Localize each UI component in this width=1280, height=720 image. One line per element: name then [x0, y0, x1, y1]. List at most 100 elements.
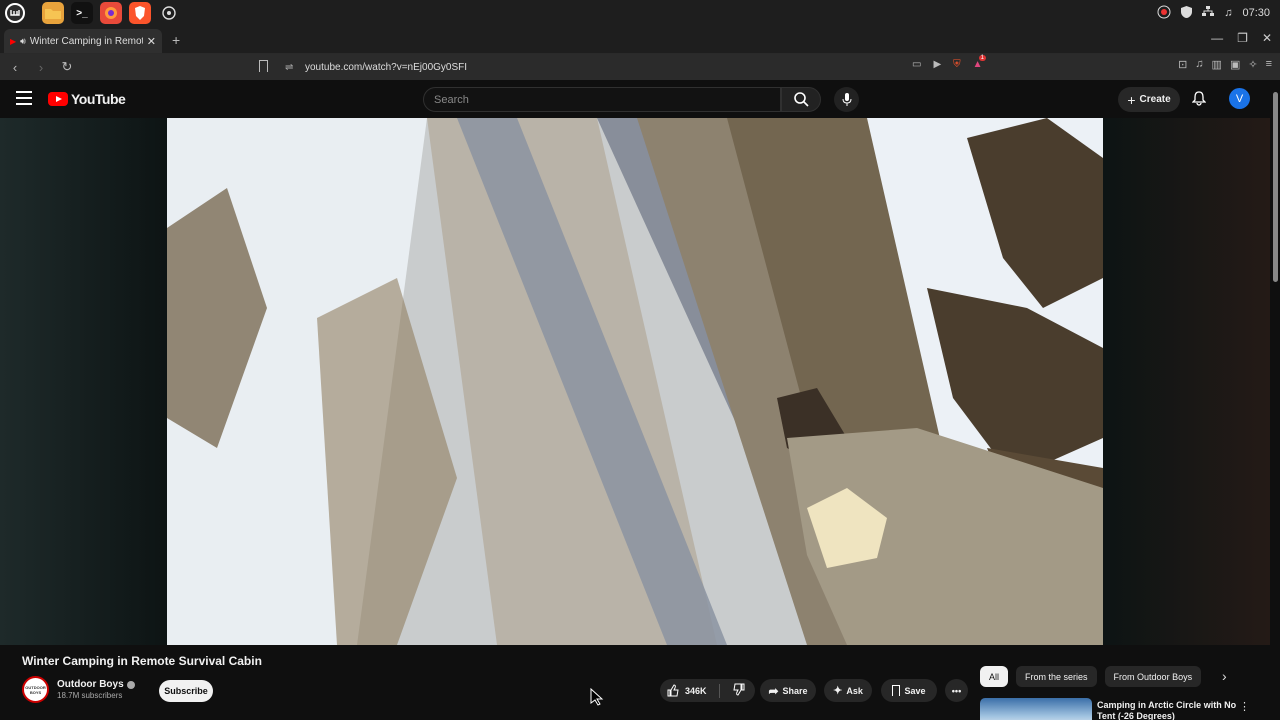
- more-icon: •••: [951, 685, 962, 696]
- mint-menu-icon[interactable]: [5, 3, 25, 23]
- hamburger-menu-icon[interactable]: [16, 91, 32, 105]
- browser-toolbar: ‹ › ↻ ⇌ youtube.com/watch?v=nEj00Gy0SFI …: [0, 54, 1280, 80]
- cast-icon[interactable]: ▭: [912, 59, 921, 70]
- create-label: Create: [1139, 94, 1171, 105]
- os-taskbar: >_ ♫ 07:30: [0, 0, 1280, 26]
- window-controls: — ❐ ✕: [1211, 31, 1272, 45]
- share-button[interactable]: ➦ Share: [760, 679, 816, 702]
- recommended-title[interactable]: Camping in Arctic Circle with No Tent (-…: [1097, 700, 1237, 720]
- search-icon: [793, 92, 809, 107]
- page-scrollbar[interactable]: [1270, 80, 1280, 720]
- sparkle-icon: ✦: [833, 685, 843, 697]
- subscribe-button[interactable]: Subscribe: [159, 680, 213, 702]
- shield-icon[interactable]: [1181, 5, 1193, 21]
- related-filter-chips: All From the series From Outdoor Boys: [980, 666, 1202, 687]
- search-input[interactable]: Search: [423, 87, 781, 112]
- like-dislike-group: 346K: [660, 679, 755, 702]
- chip-from-channel[interactable]: From Outdoor Boys: [1104, 666, 1202, 687]
- video-frame: [167, 118, 1103, 645]
- voice-search-button[interactable]: [834, 87, 859, 112]
- youtube-play-icon: [48, 92, 68, 106]
- like-button[interactable]: 346K: [667, 684, 707, 697]
- subscriber-count: 18.7M subscribers: [57, 691, 123, 700]
- wallet-icon[interactable]: ▣: [1230, 58, 1240, 71]
- address-actions: ▭ ▶ ⛨ ▲ 1: [912, 55, 986, 70]
- brave-shields-icon[interactable]: ⛨: [953, 59, 961, 70]
- reload-icon[interactable]: ↻: [56, 59, 78, 75]
- chip-all[interactable]: All: [980, 666, 1009, 687]
- audio-icon[interactable]: 🔊︎: [20, 36, 26, 47]
- new-tab-button[interactable]: +: [172, 32, 180, 48]
- mic-icon: [842, 92, 851, 106]
- recommended-video[interactable]: Camping in Arctic Circle with No Tent (-…: [980, 698, 1270, 720]
- brave-icon[interactable]: [129, 2, 151, 24]
- thumbs-down-icon: [732, 683, 745, 696]
- youtube-header: YouTube Search + Create: [0, 80, 1280, 118]
- close-window-icon[interactable]: ✕: [1262, 31, 1272, 45]
- channel-logo-text: OUTDOOR BOYS: [25, 684, 46, 695]
- rewards-badge: 1: [978, 55, 986, 61]
- music-icon[interactable]: ♫: [1224, 7, 1232, 19]
- channel-meta: Outdoor Boys 18.7M subscribers: [57, 679, 135, 700]
- network-icon[interactable]: [1202, 6, 1215, 20]
- save-button[interactable]: Save: [881, 679, 937, 702]
- like-count: 346K: [685, 685, 707, 696]
- dislike-button[interactable]: [732, 683, 745, 698]
- settings-icon[interactable]: [158, 2, 180, 24]
- channel-info: OUTDOOR BOYS Outdoor Boys 18.7M subscrib…: [22, 676, 135, 703]
- tab-title: Winter Camping in Remote S: [29, 35, 143, 47]
- ask-button[interactable]: ✦ Ask: [824, 679, 872, 702]
- sidebar-icon[interactable]: ▥: [1212, 58, 1222, 71]
- channel-name[interactable]: Outdoor Boys: [57, 679, 124, 690]
- search-placeholder: Search: [434, 93, 469, 106]
- recommended-thumbnail[interactable]: [980, 698, 1092, 720]
- play-icon[interactable]: ▶: [933, 59, 941, 70]
- save-label: Save: [904, 685, 926, 696]
- address-bar[interactable]: ⇌ youtube.com/watch?v=nEj00Gy0SFI: [255, 56, 1000, 78]
- notifications-icon[interactable]: [1191, 91, 1207, 111]
- extensions-area: ⊡ ♫ ▥ ▣ ✧ ≡: [1178, 58, 1272, 71]
- tab-youtube[interactable]: ▶ 🔊︎ Winter Camping in Remote S ✕: [4, 29, 162, 53]
- url-text[interactable]: youtube.com/watch?v=nEj00Gy0SFI: [305, 62, 467, 73]
- plus-icon: +: [1127, 91, 1136, 108]
- files-icon[interactable]: [42, 2, 64, 24]
- create-button[interactable]: + Create: [1118, 87, 1180, 112]
- ask-label: Ask: [846, 685, 863, 696]
- clock[interactable]: 07:30: [1242, 7, 1270, 19]
- chevron-right-icon[interactable]: ›: [1222, 668, 1227, 684]
- video-player[interactable]: [167, 118, 1103, 645]
- account-avatar[interactable]: V: [1229, 88, 1250, 109]
- close-tab-icon[interactable]: ✕: [147, 35, 156, 48]
- back-icon[interactable]: ‹: [4, 60, 26, 75]
- media-icon[interactable]: ♫: [1195, 58, 1203, 71]
- channel-avatar[interactable]: OUTDOOR BOYS: [22, 676, 49, 703]
- forward-icon[interactable]: ›: [30, 60, 52, 75]
- verified-icon: [126, 680, 135, 689]
- channel-name-row: Outdoor Boys: [57, 679, 135, 690]
- scrollbar-thumb[interactable]: [1273, 92, 1278, 282]
- site-info-icon[interactable]: ⇌: [285, 62, 293, 73]
- mouse-cursor-icon: [590, 688, 604, 706]
- maximize-icon[interactable]: ❐: [1237, 31, 1248, 45]
- minimize-icon[interactable]: —: [1211, 31, 1223, 45]
- more-vert-icon[interactable]: ⋮: [1239, 700, 1250, 713]
- youtube-favicon-icon: ▶: [10, 36, 17, 46]
- youtube-logo[interactable]: YouTube: [48, 91, 126, 107]
- video-title: Winter Camping in Remote Survival Cabin: [22, 654, 262, 668]
- terminal-icon[interactable]: >_: [71, 2, 93, 24]
- leo-icon[interactable]: ✧: [1248, 58, 1257, 71]
- search-button[interactable]: [781, 87, 821, 112]
- more-actions-button[interactable]: •••: [945, 679, 968, 702]
- menu-icon[interactable]: ≡: [1266, 58, 1272, 71]
- screen-record-icon[interactable]: [1157, 5, 1171, 22]
- browser-tab-bar: ▶ 🔊︎ Winter Camping in Remote S ✕ + — ❐ …: [0, 26, 1280, 54]
- rewards-icon[interactable]: ▲ 1: [973, 55, 986, 70]
- save-icon: [892, 685, 901, 696]
- firefox-icon[interactable]: [100, 2, 122, 24]
- chip-from-series[interactable]: From the series: [1016, 666, 1097, 687]
- share-label: Share: [782, 685, 808, 696]
- share-icon: ➦: [768, 683, 779, 698]
- screenshot-icon[interactable]: ⊡: [1178, 58, 1187, 71]
- thumbs-up-icon: [667, 684, 679, 697]
- like-divider: [718, 683, 720, 698]
